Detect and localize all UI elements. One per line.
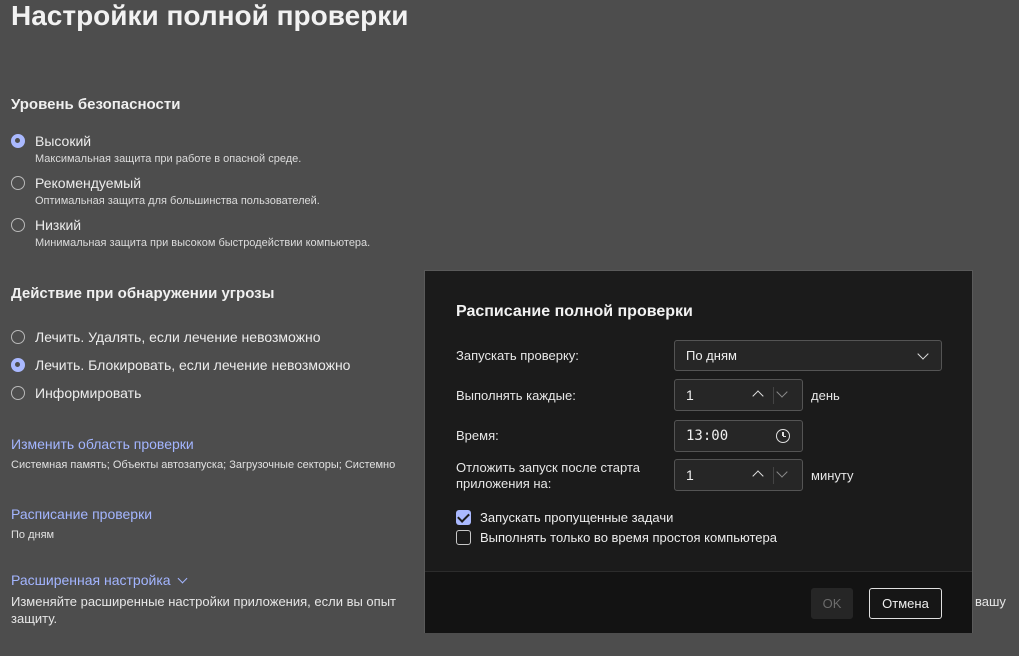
cancel-button[interactable]: Отмена <box>869 588 942 619</box>
ok-button[interactable]: OK <box>811 588 853 619</box>
dialog-title: Расписание полной проверки <box>456 303 693 320</box>
radio-security-recommended[interactable]: Рекомендуемый <box>11 175 141 191</box>
delay-label-line2: приложения на: <box>456 476 552 491</box>
checkbox-checked[interactable] <box>456 510 471 525</box>
radio-label: Рекомендуемый <box>35 175 142 191</box>
chevron-down-icon[interactable] <box>776 386 788 398</box>
stepper-value[interactable]: 1 <box>686 467 694 483</box>
chevron-up-icon[interactable] <box>752 390 764 402</box>
advanced-settings-label: Расширенная настройка <box>11 572 171 588</box>
time-input[interactable]: 13:00 <box>674 420 803 452</box>
scope-summary: Системная память; Объекты автозапуска; З… <box>11 459 396 471</box>
radio-button[interactable] <box>11 176 25 190</box>
radio-button[interactable] <box>11 218 25 232</box>
radio-threat-inform[interactable]: Информировать <box>11 385 141 401</box>
page-title: Настройки полной проверки <box>11 0 409 31</box>
advanced-description-tail: вашу <box>975 594 1006 609</box>
checkbox-label: Выполнять только во время простоя компью… <box>480 530 777 545</box>
radio-security-low[interactable]: Низкий <box>11 217 81 233</box>
advanced-description: Изменяйте расширенные настройки приложен… <box>11 594 396 609</box>
radio-label: Низкий <box>35 217 82 233</box>
clock-icon[interactable] <box>776 429 790 443</box>
radio-label: Лечить. Блокировать, если лечение невозм… <box>35 357 351 373</box>
chevron-down-icon <box>177 573 187 584</box>
stepper-divider <box>773 387 774 404</box>
radio-label: Информировать <box>35 385 142 401</box>
time-label: Время: <box>456 428 499 443</box>
stepper-divider <box>773 467 774 484</box>
stepper-value[interactable]: 1 <box>686 387 694 403</box>
radio-button-checked[interactable] <box>11 134 25 148</box>
chevron-up-icon[interactable] <box>752 470 764 482</box>
threat-action-heading: Действие при обнаружении угрозы <box>11 285 275 302</box>
every-stepper[interactable]: 1 <box>674 379 803 411</box>
delay-unit: минуту <box>811 468 854 483</box>
radio-button[interactable] <box>11 386 25 400</box>
run-scan-label: Запускать проверку: <box>456 348 579 363</box>
radio-threat-disinfect-block[interactable]: Лечить. Блокировать, если лечение невозм… <box>11 357 350 373</box>
radio-label: Лечить. Удалять, если лечение невозможно <box>35 329 321 345</box>
run-frequency-select[interactable]: По дням <box>674 340 942 371</box>
radio-button[interactable] <box>11 330 25 344</box>
checkbox-label: Запускать пропущенные задачи <box>480 510 674 525</box>
radio-threat-disinfect-delete[interactable]: Лечить. Удалять, если лечение невозможно <box>11 329 321 345</box>
radio-description: Максимальная защита при работе в опасной… <box>35 153 302 165</box>
dialog-footer: OK Отмена <box>425 571 972 633</box>
radio-security-high[interactable]: Высокий <box>11 133 91 149</box>
missed-tasks-checkbox-row[interactable]: Запускать пропущенные задачи <box>456 510 673 525</box>
advanced-description-line2: защиту. <box>11 611 58 626</box>
radio-description: Минимальная защита при высоком быстродей… <box>35 237 371 249</box>
delay-stepper[interactable]: 1 <box>674 459 803 491</box>
time-value[interactable]: 13:00 <box>686 428 728 444</box>
idle-only-checkbox-row[interactable]: Выполнять только во время простоя компью… <box>456 530 777 545</box>
chevron-down-icon <box>917 348 929 360</box>
advanced-settings-link[interactable]: Расширенная настройка <box>11 572 187 588</box>
radio-label: Высокий <box>35 133 92 149</box>
security-level-heading: Уровень безопасности <box>11 96 181 113</box>
schedule-link[interactable]: Расписание проверки <box>11 506 152 522</box>
schedule-dialog: Расписание полной проверки Запускать про… <box>424 270 973 633</box>
schedule-summary: По дням <box>11 529 55 541</box>
every-label: Выполнять каждые: <box>456 388 576 403</box>
radio-description: Оптимальная защита для большинства польз… <box>35 195 320 207</box>
chevron-down-icon[interactable] <box>776 466 788 478</box>
checkbox[interactable] <box>456 530 471 545</box>
delay-label: Отложить запуск после старта <box>456 460 640 475</box>
select-value: По дням <box>686 348 737 363</box>
radio-button-checked[interactable] <box>11 358 25 372</box>
change-scope-link[interactable]: Изменить область проверки <box>11 436 194 452</box>
every-unit: день <box>811 388 840 403</box>
